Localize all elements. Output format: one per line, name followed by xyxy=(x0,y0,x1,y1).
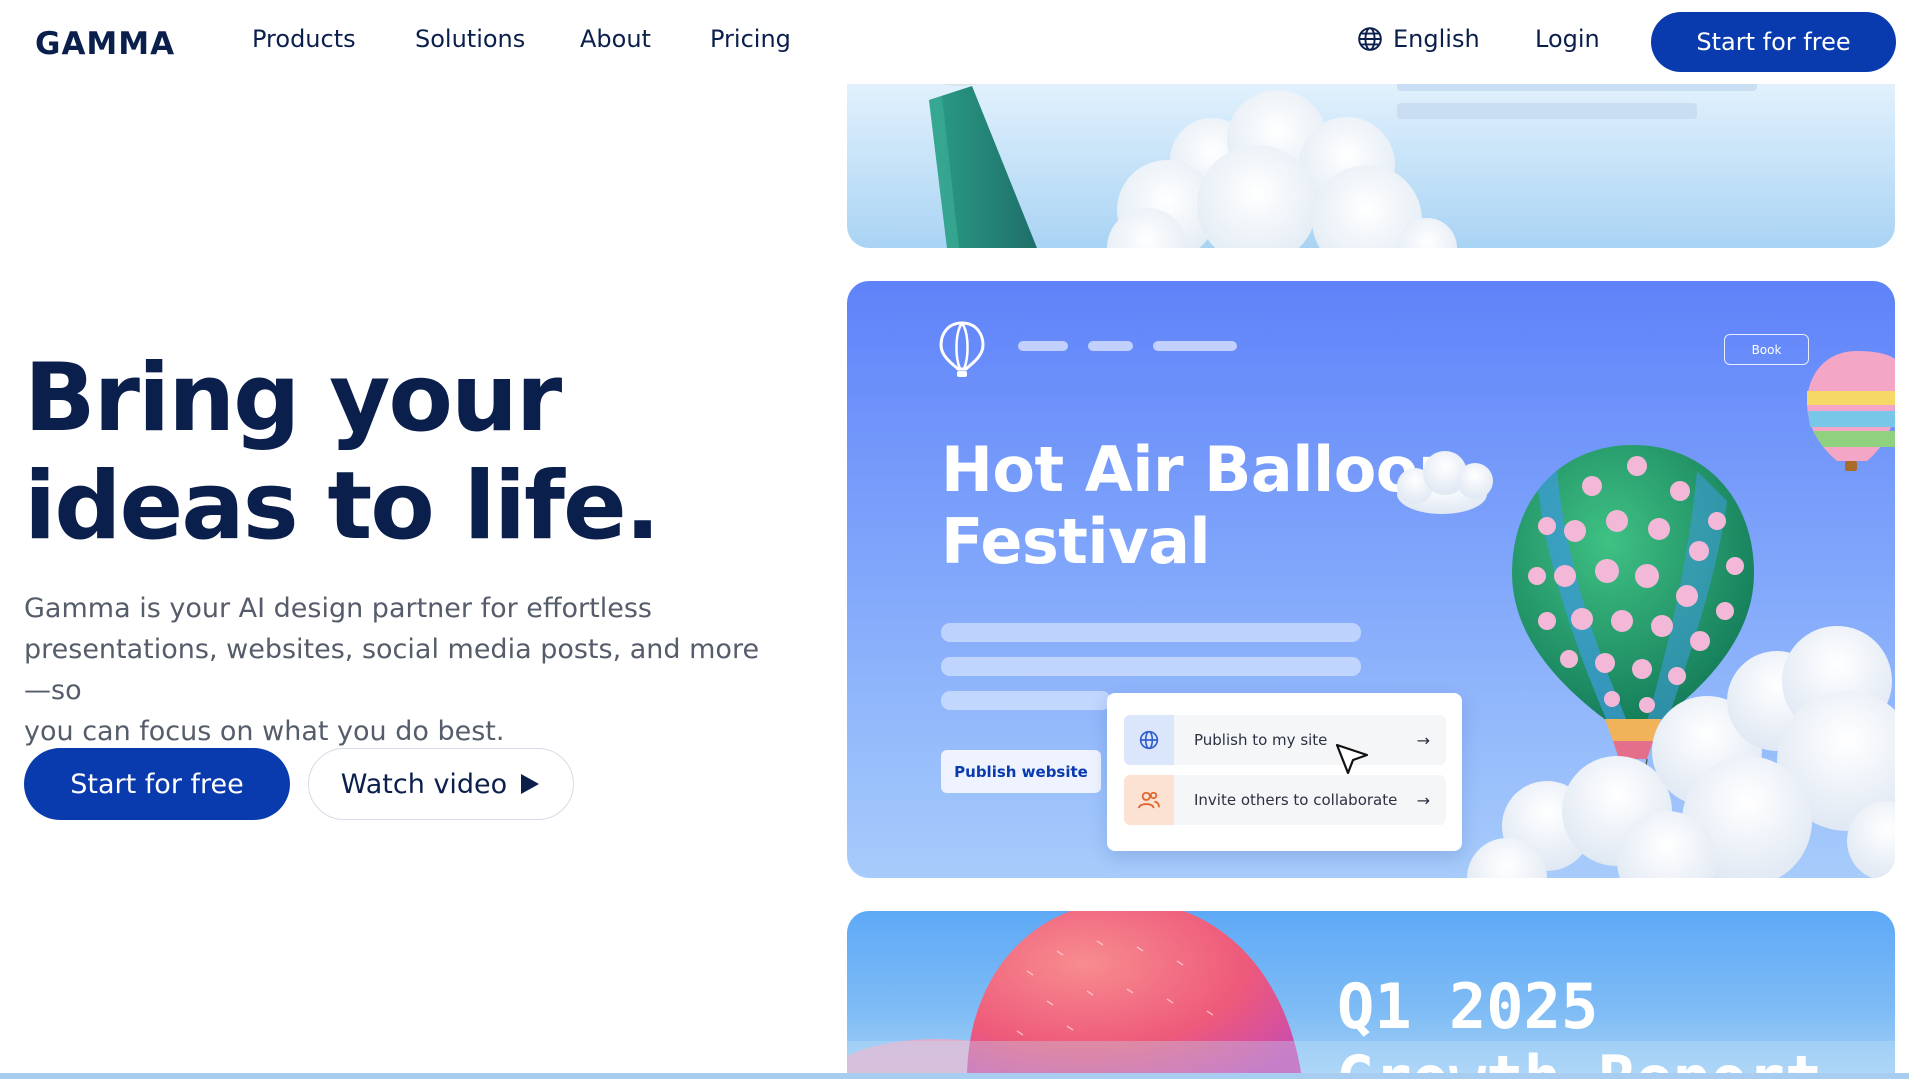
start-for-free-button[interactable]: Start for free xyxy=(24,748,290,820)
globe-icon xyxy=(1139,730,1159,750)
hero-subtitle-line-2: presentations, websites, social media po… xyxy=(24,634,760,706)
globe-icon xyxy=(1358,27,1382,51)
gamma-logo[interactable]: GAMMA xyxy=(35,26,175,62)
hero-title: Bring your ideas to life. xyxy=(24,345,784,561)
growth-report-title: Q1 2025 Growth Report xyxy=(1337,971,1895,1079)
arrow-right-icon: → xyxy=(1416,730,1430,750)
language-label: English xyxy=(1393,25,1480,53)
hero-subtitle-line-1: Gamma is your AI design partner for effo… xyxy=(24,593,652,624)
growth-report-title-line-1: Q1 2025 xyxy=(1337,970,1599,1043)
showcase-card-hot-air-balloon: Book Hot Air Balloon Festival Publish we… xyxy=(847,281,1895,878)
nav-solutions[interactable]: Solutions xyxy=(415,25,525,53)
nav-pricing[interactable]: Pricing xyxy=(710,25,791,53)
publish-website-button[interactable]: Publish website xyxy=(941,750,1101,793)
language-selector[interactable]: English xyxy=(1357,25,1480,53)
top-navigation: GAMMA Products Solutions About Pricing E… xyxy=(0,0,1909,84)
hero-title-line-2: ideas to life. xyxy=(24,452,660,561)
page-bottom-divider xyxy=(0,1073,1909,1079)
nav-products[interactable]: Products xyxy=(252,25,356,53)
hero-title-line-1: Bring your xyxy=(24,344,562,453)
invite-collaborate-row[interactable]: Invite others to collaborate → xyxy=(1124,775,1446,825)
invite-collaborate-label: Invite others to collaborate xyxy=(1194,791,1398,809)
login-link[interactable]: Login xyxy=(1535,25,1600,53)
cursor-icon xyxy=(1335,743,1369,775)
publish-popup: Publish to my site → Invite others to co… xyxy=(1107,693,1462,851)
hero-subtitle: Gamma is your AI design partner for effo… xyxy=(24,588,784,752)
showcase-card-growth-report: Q1 2025 Growth Report xyxy=(847,911,1895,1079)
users-icon-wrapper xyxy=(1124,775,1174,825)
play-icon xyxy=(521,774,540,794)
publish-to-site-row[interactable]: Publish to my site → xyxy=(1124,715,1446,765)
showcase-card-top xyxy=(847,70,1895,248)
arrow-right-icon: → xyxy=(1416,790,1430,810)
watch-video-button[interactable]: Watch video xyxy=(308,748,574,820)
publish-to-site-label: Publish to my site xyxy=(1194,731,1328,749)
watch-video-label: Watch video xyxy=(340,768,508,800)
hero-subtitle-line-3: you can focus on what you do best. xyxy=(24,716,505,747)
tower-illustration xyxy=(926,70,1757,248)
nav-about[interactable]: About xyxy=(580,25,651,53)
users-icon xyxy=(1138,791,1160,809)
nav-start-free-button[interactable]: Start for free xyxy=(1651,12,1896,72)
globe-icon-wrapper xyxy=(1124,715,1174,765)
